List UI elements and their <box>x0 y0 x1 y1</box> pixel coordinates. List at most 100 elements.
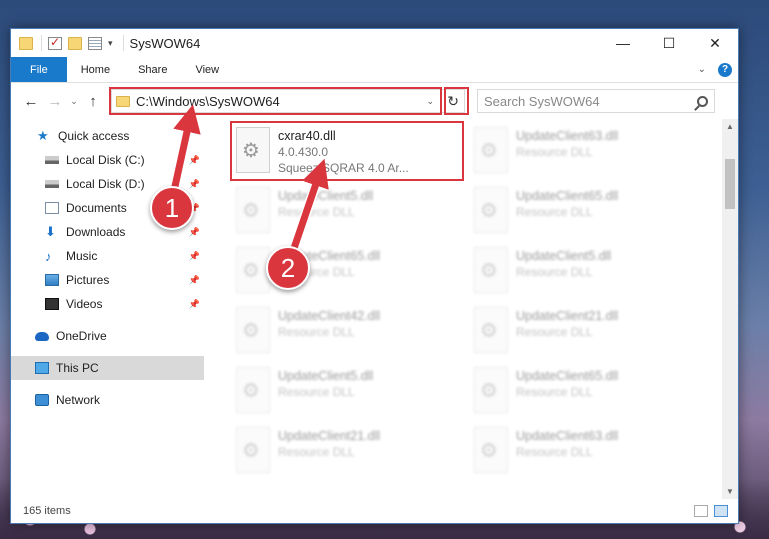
new-folder-icon[interactable] <box>68 36 82 50</box>
recent-locations-chevron-icon[interactable]: ⌄ <box>67 96 81 107</box>
large-icons-view-icon[interactable] <box>714 505 728 517</box>
forward-arrow-icon[interactable]: → <box>43 93 67 110</box>
folder-icon <box>19 36 33 50</box>
nav-network[interactable]: Network <box>11 388 204 412</box>
star-icon: ★ <box>37 128 49 143</box>
nav-local-disk-c[interactable]: Local Disk (C:) 📌 <box>11 148 204 172</box>
file-tile[interactable]: UpdateClient63.dll Resource DLL <box>470 123 700 179</box>
ribbon-tabs: File Home Share View ⌄ ? <box>11 57 738 83</box>
tab-view[interactable]: View <box>181 57 233 82</box>
file-description: Resource DLL <box>516 385 593 399</box>
file-name: UpdateClient21.dll <box>516 309 619 323</box>
file-tile-cxrar40[interactable]: cxrar40.dll 4.0.430.0 Squeez SQRAR 4.0 A… <box>230 121 464 181</box>
pin-icon[interactable]: 📌 <box>189 155 200 166</box>
nav-label: Downloads <box>66 225 126 239</box>
file-tile[interactable]: UpdateClient5.dll Resource DLL <box>232 183 462 239</box>
status-bar: 165 items <box>11 499 738 523</box>
scroll-down-icon[interactable]: ▼ <box>722 487 738 496</box>
file-description: Resource DLL <box>516 325 593 339</box>
dll-file-icon <box>474 427 508 473</box>
disk-icon <box>45 156 59 164</box>
close-button[interactable]: ✕ <box>692 29 738 57</box>
computer-icon <box>35 362 49 374</box>
nav-label: Local Disk (C:) <box>66 153 145 167</box>
file-name: cxrar40.dll <box>278 129 336 143</box>
pin-icon[interactable]: 📌 <box>189 251 200 262</box>
file-description: Resource DLL <box>278 325 355 339</box>
pin-icon[interactable]: 📌 <box>189 275 200 286</box>
dll-file-icon <box>236 127 270 173</box>
videos-icon <box>45 298 59 310</box>
documents-icon <box>45 202 59 214</box>
scroll-up-icon[interactable]: ▲ <box>722 122 738 131</box>
nav-label: OneDrive <box>56 329 107 343</box>
dll-file-icon <box>474 247 508 293</box>
nav-label: Quick access <box>58 129 130 143</box>
downloads-icon: ⬇ <box>45 224 56 239</box>
file-name: UpdateClient65.dll <box>516 189 619 203</box>
back-arrow-icon[interactable]: ← <box>19 93 43 110</box>
onedrive-cloud-icon <box>35 331 49 341</box>
pin-icon[interactable]: 📌 <box>189 179 200 190</box>
file-name: UpdateClient42.dll <box>278 309 381 323</box>
file-description: Squeez SQRAR 4.0 Ar... <box>278 161 409 175</box>
nav-music[interactable]: ♪ Music 📌 <box>11 244 204 268</box>
scrollbar-thumb[interactable] <box>725 159 735 209</box>
properties-check-icon[interactable] <box>48 35 62 50</box>
pin-icon[interactable]: 📌 <box>189 299 200 310</box>
nav-label: Documents <box>66 201 127 215</box>
dll-file-icon <box>474 307 508 353</box>
file-tile[interactable]: UpdateClient5.dll Resource DLL <box>232 363 462 419</box>
vertical-scrollbar[interactable]: ▲ ▼ <box>722 119 738 499</box>
file-description: Resource DLL <box>278 445 355 459</box>
file-name: UpdateClient63.dll <box>516 429 619 443</box>
file-description: Resource DLL <box>516 265 593 279</box>
rename-icon[interactable] <box>88 36 102 50</box>
tab-share[interactable]: Share <box>124 57 181 82</box>
tab-file[interactable]: File <box>11 57 67 82</box>
file-tile[interactable]: UpdateClient21.dll Resource DLL <box>232 423 462 479</box>
nav-label: This PC <box>56 361 99 375</box>
divider <box>122 35 124 51</box>
file-name: UpdateClient65.dll <box>516 369 619 383</box>
file-tile[interactable]: UpdateClient65.dll Resource DLL <box>470 183 700 239</box>
file-tile[interactable]: UpdateClient5.dll Resource DLL <box>470 243 700 299</box>
nav-label: Pictures <box>66 273 110 287</box>
file-tile[interactable]: UpdateClient42.dll Resource DLL <box>232 303 462 359</box>
dll-file-icon <box>236 247 270 293</box>
file-tile[interactable]: UpdateClient65.dll Resource DLL <box>470 363 700 419</box>
address-bar[interactable]: C:\Windows\SysWOW64 ⌄ ↻ <box>109 87 469 115</box>
pictures-icon <box>45 274 59 286</box>
dll-file-icon <box>236 307 270 353</box>
title-bar: ▾ SysWOW64 — ☐ ✕ <box>11 29 738 57</box>
tab-home[interactable]: Home <box>67 57 124 82</box>
search-input[interactable]: Search SysWOW64 <box>477 89 715 113</box>
expand-ribbon-chevron-icon[interactable]: ⌄ <box>698 64 706 75</box>
nav-this-pc[interactable]: This PC <box>11 356 204 380</box>
file-description: Resource DLL <box>516 205 593 219</box>
nav-onedrive[interactable]: OneDrive <box>11 324 204 348</box>
file-name: UpdateClient63.dll <box>516 129 619 143</box>
maximize-button[interactable]: ☐ <box>646 29 692 57</box>
divider <box>41 35 42 51</box>
quick-access-toolbar-dropdown-icon[interactable]: ▾ <box>108 38 113 49</box>
file-tile[interactable]: UpdateClient63.dll Resource DLL <box>470 423 700 479</box>
minimize-button[interactable]: — <box>600 29 646 57</box>
disk-icon <box>45 180 59 188</box>
address-highlight-box <box>109 87 442 115</box>
help-icon[interactable]: ? <box>718 62 732 77</box>
music-icon: ♪ <box>45 248 52 264</box>
up-arrow-icon[interactable]: ↑ <box>81 93 105 110</box>
search-icon[interactable] <box>697 95 708 107</box>
file-tile[interactable]: UpdateClient21.dll Resource DLL <box>470 303 700 359</box>
nav-quick-access[interactable]: ★ Quick access <box>11 124 204 148</box>
step-1-badge: 1 <box>150 186 194 230</box>
details-view-icon[interactable] <box>694 505 708 517</box>
file-description: Resource DLL <box>516 445 593 459</box>
nav-pictures[interactable]: Pictures 📌 <box>11 268 204 292</box>
pin-icon[interactable]: 📌 <box>189 227 200 238</box>
refresh-highlight-box <box>444 87 469 115</box>
navigation-pane: ★ Quick access Local Disk (C:) 📌 Local D… <box>11 119 204 499</box>
nav-videos[interactable]: Videos 📌 <box>11 292 204 316</box>
file-name: UpdateClient5.dll <box>278 189 374 203</box>
